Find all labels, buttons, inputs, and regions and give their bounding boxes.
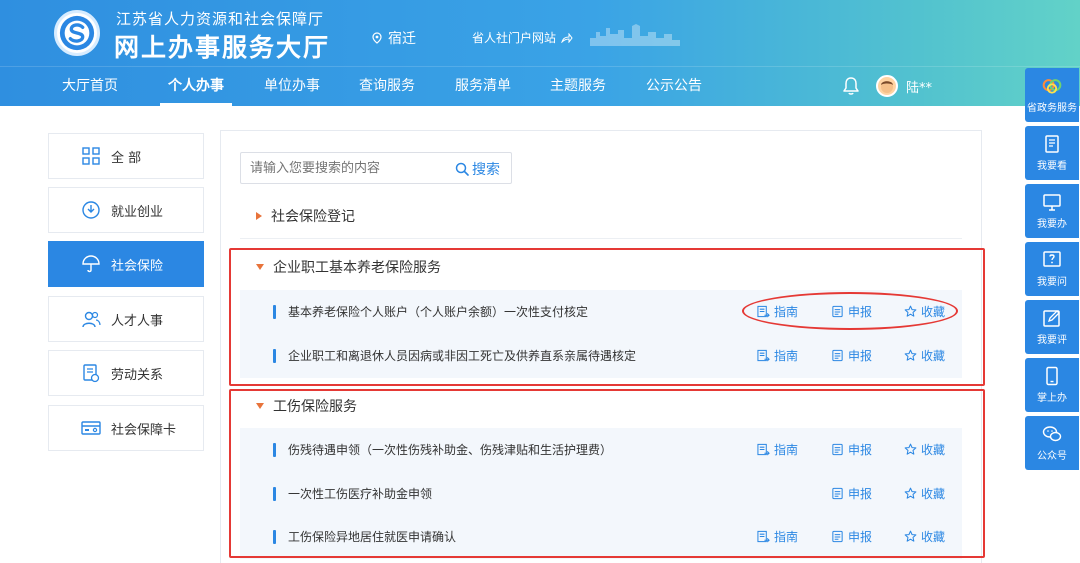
float-label: 我要办 bbox=[1037, 219, 1067, 230]
location-pin-icon bbox=[372, 32, 382, 44]
username[interactable]: 陆** bbox=[906, 77, 932, 96]
sidebar-item-social-insurance[interactable]: 社会保险 bbox=[48, 241, 204, 287]
highlight-box-work-injury bbox=[229, 389, 985, 558]
site-logo[interactable] bbox=[54, 10, 100, 56]
phone-icon bbox=[1046, 366, 1058, 386]
document-icon bbox=[83, 364, 100, 383]
float-want-see[interactable]: 我要看 bbox=[1025, 126, 1079, 180]
nav-item-personal[interactable]: 个人办事 bbox=[168, 75, 224, 95]
gov-logo-icon bbox=[1042, 79, 1062, 94]
category-divider bbox=[240, 238, 962, 239]
sidebar-item-labor[interactable]: 劳动关系 bbox=[48, 350, 204, 396]
sidebar-item-employment[interactable]: 就业创业 bbox=[48, 187, 204, 233]
float-mobile[interactable]: 掌上办 bbox=[1025, 358, 1079, 412]
float-label: 我要看 bbox=[1037, 161, 1067, 172]
share-arrow-icon bbox=[561, 32, 573, 43]
avatar-face-icon bbox=[881, 81, 893, 93]
search-button[interactable]: 搜索 bbox=[455, 159, 500, 179]
float-gov-service[interactable]: 省政务服务 bbox=[1025, 68, 1079, 122]
portal-link-label: 省人社门户网站 bbox=[472, 31, 557, 45]
skyline-decoration-icon bbox=[590, 24, 680, 46]
portal-link[interactable]: 省人社门户网站 bbox=[472, 29, 573, 46]
nav-item-query[interactable]: 查询服务 bbox=[359, 75, 415, 95]
edit-icon bbox=[1043, 310, 1060, 327]
monitor-icon bbox=[1043, 194, 1061, 211]
float-wechat[interactable]: 公众号 bbox=[1025, 416, 1079, 470]
sidebar-item-label: 就业创业 bbox=[111, 204, 164, 220]
sidebar-item-label: 社会保障卡 bbox=[111, 422, 177, 438]
sidebar-item-label: 社会保险 bbox=[111, 258, 164, 274]
float-want-do[interactable]: 我要办 bbox=[1025, 184, 1079, 238]
nav-item-service-list[interactable]: 服务清单 bbox=[455, 75, 511, 95]
logo-icon bbox=[59, 15, 95, 51]
float-want-review[interactable]: 我要评 bbox=[1025, 300, 1079, 354]
people-icon bbox=[82, 311, 101, 328]
category-label: 社会保险登记 bbox=[271, 209, 355, 225]
sidebar-item-talent[interactable]: 人才人事 bbox=[48, 296, 204, 342]
location-selector[interactable]: 宿迁 bbox=[372, 28, 416, 48]
user-avatar[interactable] bbox=[876, 75, 898, 97]
card-icon bbox=[81, 421, 101, 435]
wechat-icon bbox=[1042, 426, 1062, 442]
nav-active-indicator bbox=[160, 103, 232, 106]
notification-bell-icon[interactable] bbox=[842, 76, 860, 96]
sidebar-item-all[interactable]: 全 部 bbox=[48, 133, 204, 179]
search-box: 搜索 bbox=[240, 152, 512, 184]
sidebar-item-label: 劳动关系 bbox=[111, 367, 164, 383]
sidebar-item-label: 全 部 bbox=[111, 150, 142, 166]
nav-item-home[interactable]: 大厅首页 bbox=[62, 75, 118, 95]
employment-icon bbox=[82, 201, 100, 219]
header-top: 江苏省人力资源和社会保障厅 网上办事服务大厅 宿迁 省人社门户网站 bbox=[0, 0, 1080, 66]
sidebar-item-label: 人才人事 bbox=[111, 313, 164, 329]
search-button-label: 搜索 bbox=[472, 162, 500, 178]
sidebar-item-security-card[interactable]: 社会保障卡 bbox=[48, 405, 204, 451]
highlight-ellipse-actions bbox=[742, 292, 958, 330]
header: 江苏省人力资源和社会保障厅 网上办事服务大厅 宿迁 省人社门户网站 大厅首页 个… bbox=[0, 0, 1080, 106]
location-label: 宿迁 bbox=[388, 31, 416, 47]
search-input[interactable] bbox=[241, 153, 441, 183]
site-subtitle: 江苏省人力资源和社会保障厅 bbox=[116, 10, 325, 28]
book-icon bbox=[1045, 135, 1059, 153]
search-icon bbox=[455, 162, 469, 176]
grid-icon bbox=[82, 147, 100, 165]
float-label: 我要评 bbox=[1037, 335, 1067, 346]
float-label: 我要问 bbox=[1037, 277, 1067, 288]
nav-item-theme[interactable]: 主题服务 bbox=[550, 75, 606, 95]
float-label: 掌上办 bbox=[1037, 393, 1067, 404]
float-want-ask[interactable]: 我要问 bbox=[1025, 242, 1079, 296]
float-label: 公众号 bbox=[1037, 451, 1067, 462]
site-title: 网上办事服务大厅 bbox=[114, 33, 331, 62]
nav-item-company[interactable]: 单位办事 bbox=[264, 75, 320, 95]
nav-item-announcements[interactable]: 公示公告 bbox=[646, 75, 702, 95]
umbrella-icon bbox=[82, 255, 100, 273]
collapsed-arrow-icon bbox=[256, 212, 262, 220]
category-social-insurance-registration[interactable]: 社会保险登记 bbox=[256, 206, 355, 226]
float-label: 省政务服务 bbox=[1027, 103, 1077, 114]
question-icon bbox=[1043, 251, 1061, 267]
